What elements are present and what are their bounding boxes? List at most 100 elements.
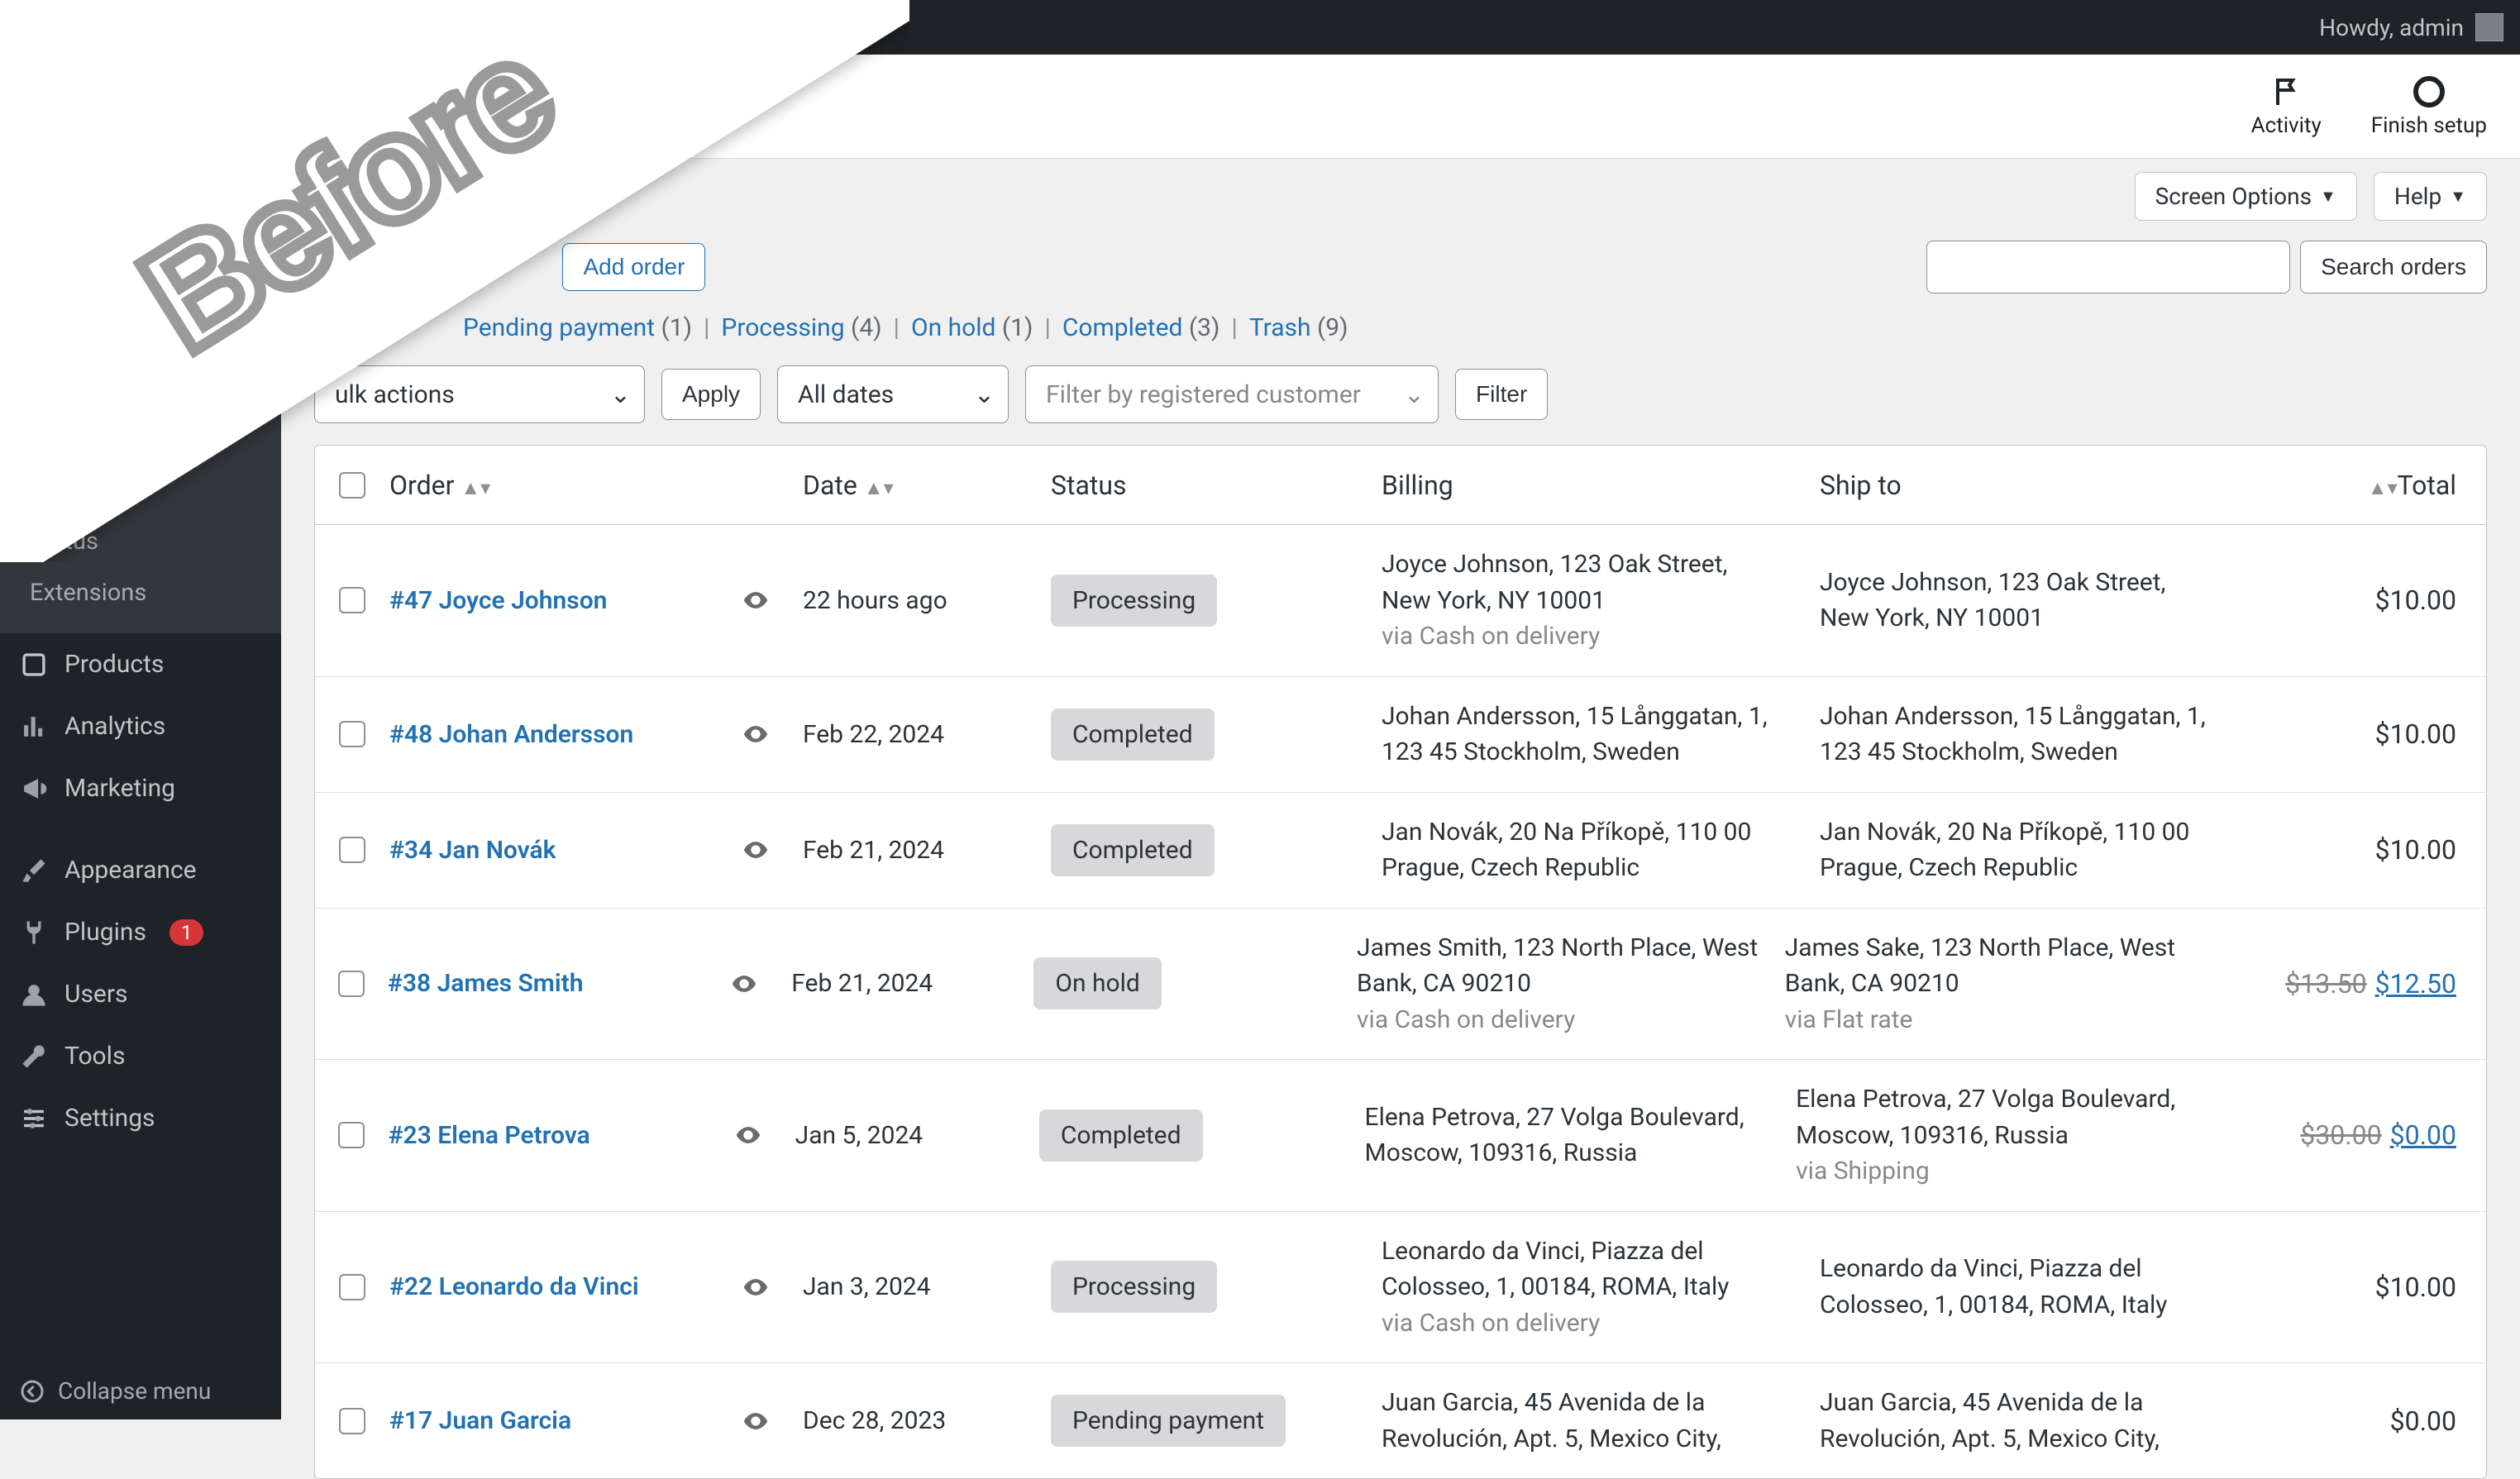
sidebar-item-analytics[interactable]: Analytics: [0, 695, 281, 757]
eye-icon[interactable]: [742, 1407, 770, 1435]
submenu-label: Reports: [30, 425, 113, 453]
finish-setup-button[interactable]: Finish setup: [2371, 75, 2487, 138]
table-row: #22 Leonardo da Vinci Jan 3, 2024 Proces…: [315, 1212, 2486, 1364]
shipping-address: Elena Petrova, 27 Volga Boulevard,Moscow…: [1796, 1081, 2300, 1190]
order-date: 22 hours ago: [803, 586, 947, 615]
apply-label: Apply: [682, 381, 740, 407]
sort-icon: ▲▾: [864, 476, 894, 499]
search-orders-input[interactable]: [1926, 241, 2290, 293]
submenu-item-orders[interactable]: ders 4: [0, 311, 281, 362]
submenu-item-status[interactable]: Status: [0, 516, 281, 567]
sidebar-item-plugins[interactable]: Plugins 1: [0, 901, 281, 963]
shipping-address: Johan Andersson, 15 Långgatan, 1,123 45 …: [1820, 699, 2332, 771]
updates-link[interactable]: 1: [206, 0, 280, 55]
row-checkbox[interactable]: [339, 721, 365, 747]
sidebar-item-media[interactable]: M…: [0, 179, 281, 241]
site-title-link[interactable]: dashify: [69, 0, 206, 55]
col-header-label: Total: [2398, 470, 2456, 501]
filter-trash-link[interactable]: Trash (9): [1249, 313, 1348, 342]
comments-link[interactable]: 0: [279, 0, 354, 55]
total-price: $10.00: [2375, 834, 2456, 866]
avatar[interactable]: [2475, 13, 2503, 41]
order-link[interactable]: #23 Elena Petrova: [389, 1121, 590, 1150]
sidebar-item-marketing[interactable]: Marketing: [0, 757, 281, 819]
eye-icon[interactable]: [742, 836, 770, 864]
sidebar-item-woocommerce[interactable]: ce: [0, 241, 281, 303]
row-checkbox[interactable]: [339, 837, 365, 863]
order-total: $0.00: [2332, 1405, 2486, 1437]
order-link[interactable]: #47 Joyce Johnson: [389, 586, 607, 615]
row-checkbox[interactable]: [338, 1122, 365, 1148]
search-orders-button[interactable]: Search orders: [2300, 241, 2487, 293]
eye-icon[interactable]: [730, 970, 758, 998]
sidebar-item-settings[interactable]: Settings: [0, 1087, 281, 1149]
eye-icon[interactable]: [742, 586, 770, 614]
sidebar-item-posts[interactable]: Posts: [0, 117, 281, 179]
row-checkbox[interactable]: [338, 971, 365, 997]
total-price: $10.00: [2375, 584, 2456, 616]
filter-count: (4): [851, 313, 882, 342]
sidebar-item-users[interactable]: Users: [0, 963, 281, 1025]
col-header-order[interactable]: Order▲▾: [389, 470, 803, 501]
help-tab[interactable]: Help▼: [2374, 172, 2487, 221]
sidebar-item-appearance[interactable]: Appearance: [0, 839, 281, 901]
wp-logo[interactable]: [17, 0, 69, 55]
order-link[interactable]: #17 Juan Garcia: [389, 1406, 571, 1435]
col-header-billing: Billing: [1382, 470, 1820, 501]
caret-down-icon: ▼: [2450, 186, 2466, 207]
wrench-icon: [20, 1042, 48, 1071]
sidebar-item-tools[interactable]: Tools: [0, 1025, 281, 1087]
eye-icon[interactable]: [742, 1273, 770, 1301]
select-all-checkbox[interactable]: [339, 472, 365, 499]
home-icon: [83, 14, 109, 41]
apply-button[interactable]: Apply: [661, 369, 761, 420]
row-checkbox[interactable]: [339, 1408, 365, 1434]
submenu-label: Settings: [30, 476, 117, 504]
media-icon: [20, 196, 48, 224]
bulk-actions-select[interactable]: ulk actions ⌄: [314, 365, 645, 423]
new-link[interactable]: [354, 0, 407, 55]
order-total: $30.00$0.00: [2300, 1119, 2486, 1151]
separator: |: [882, 313, 911, 342]
filter-label: Pending payment: [463, 313, 655, 342]
eye-icon[interactable]: [734, 1121, 762, 1149]
updates-count: 1: [254, 14, 267, 41]
order-date: Jan 3, 2024: [803, 1272, 931, 1301]
customer-filter-select[interactable]: Filter by registered customer ⌄: [1025, 365, 1439, 423]
row-checkbox[interactable]: [339, 1274, 365, 1300]
bulk-actions-label: ulk actions: [335, 380, 455, 409]
filter-pending-link[interactable]: Pending payment (1): [463, 313, 692, 342]
sidebar-item-dashboard[interactable]: Dashboard: [0, 55, 281, 117]
order-link[interactable]: #48 Johan Andersson: [389, 720, 633, 749]
collapse-menu[interactable]: Collapse menu: [0, 1362, 281, 1419]
howdy-text[interactable]: Howdy, admin: [2319, 14, 2464, 41]
row-checkbox[interactable]: [339, 587, 365, 613]
submenu-item-woo-settings[interactable]: Settings: [0, 465, 281, 516]
order-link[interactable]: #38 James Smith: [388, 969, 584, 998]
table-body: #47 Joyce Johnson 22 hours ago Processin…: [315, 525, 2486, 1478]
filter-button[interactable]: Filter: [1455, 369, 1548, 420]
eye-icon[interactable]: [742, 720, 770, 748]
pin-icon: [20, 134, 48, 162]
analytics-icon: [20, 713, 48, 741]
site-title: dashify: [117, 14, 193, 41]
order-link[interactable]: #34 Jan Novák: [389, 836, 556, 865]
activity-button[interactable]: Activity: [2251, 75, 2322, 138]
col-header-date[interactable]: Date▲▾: [803, 470, 1051, 501]
filter-onhold-link[interactable]: On hold (1): [911, 313, 1033, 342]
submenu-item-customers[interactable]: Customers: [0, 362, 281, 413]
sidebar-item-products[interactable]: Products: [0, 633, 281, 695]
col-header-total[interactable]: ▲▾Total: [2332, 470, 2486, 501]
order-link[interactable]: #22 Leonardo da Vinci: [389, 1272, 639, 1301]
screen-meta-links: Screen Options▼ Help▼: [281, 159, 2520, 221]
submenu-item-reports[interactable]: Reports: [0, 413, 281, 465]
screen-options-tab[interactable]: Screen Options▼: [2135, 172, 2357, 221]
status-badge: Processing: [1051, 575, 1217, 627]
dates-select[interactable]: All dates ⌄: [777, 365, 1009, 423]
activity-label: Activity: [2251, 113, 2322, 138]
status-badge: Completed: [1039, 1109, 1203, 1162]
filter-processing-link[interactable]: Processing (4): [721, 313, 881, 342]
submenu-item-extensions[interactable]: Extensions: [0, 567, 281, 618]
add-order-button[interactable]: Add order: [562, 243, 705, 291]
filter-completed-link[interactable]: Completed (3): [1062, 313, 1220, 342]
